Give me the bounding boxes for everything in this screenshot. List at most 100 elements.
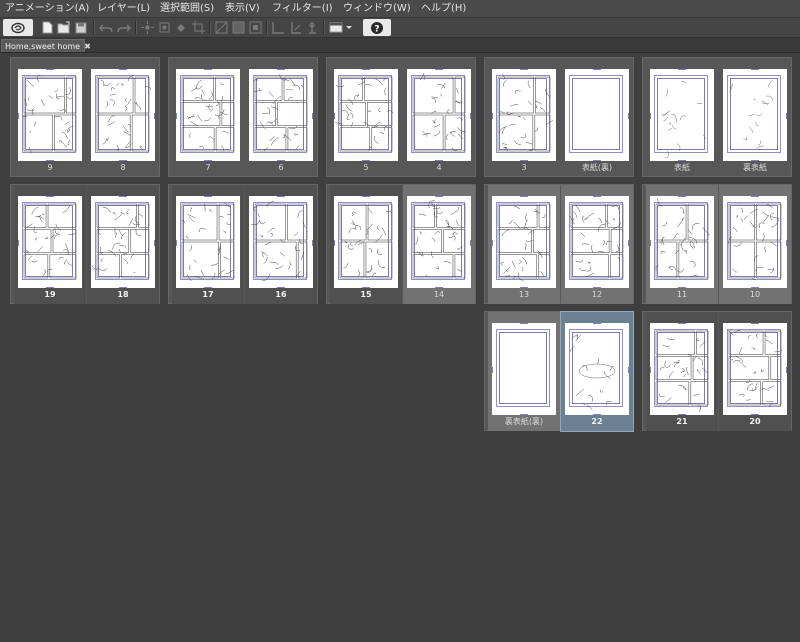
new-file-icon[interactable] [40, 19, 54, 36]
clip-studio-icon[interactable] [3, 19, 33, 36]
undo-icon[interactable] [98, 19, 114, 36]
page-number-label: 14 [433, 290, 445, 299]
page-spread[interactable]: 11 10 [642, 184, 792, 304]
page-thumbnail[interactable]: 15 [330, 185, 402, 304]
open-file-icon[interactable] [56, 19, 72, 36]
command-bar: ? [0, 18, 800, 38]
page-preview [18, 69, 82, 161]
help-icon[interactable]: ? [363, 19, 391, 36]
page-number-label: 6 [278, 163, 284, 172]
page-thumbnail[interactable]: 10 [719, 185, 791, 304]
save-icon[interactable] [74, 19, 88, 36]
page-spread[interactable]: 裏表紙(裏) 22 [484, 311, 634, 432]
fill-layer-icon[interactable] [230, 19, 246, 36]
menu-selection[interactable]: 選択範囲(S) [160, 2, 214, 15]
page-thumbnail[interactable]: 21 [646, 312, 718, 431]
page-preview [334, 196, 398, 288]
page-spread[interactable]: 表紙 裏表紙 [642, 57, 792, 177]
page-number-label: 18 [117, 290, 129, 299]
border-icon[interactable] [247, 19, 263, 36]
page-sketch-art [335, 76, 394, 152]
menu-view[interactable]: 表示(V) [225, 2, 260, 15]
page-manager-canvas: 9 8 7 6 5 4 3 表紙(裏) 表紙 裏表紙 19 18 17 16 15 14 13 12 11 10 裏表紙… [0, 53, 800, 642]
tab-home-sweet-home[interactable]: Home,sweet home ✖ [1, 39, 91, 52]
page-sketch-art [23, 203, 77, 279]
page-thumbnail[interactable]: 14 [403, 185, 475, 304]
page-thumbnail[interactable]: 9 [14, 58, 86, 177]
page-preview [565, 69, 629, 161]
page-preview [407, 196, 471, 288]
page-thumbnail[interactable]: 11 [646, 185, 718, 304]
page-preview [650, 323, 714, 415]
page-thumbnail[interactable]: 4 [403, 58, 475, 177]
page-thumbnail[interactable]: 表紙 [646, 58, 718, 177]
page-thumbnail[interactable]: 22 [560, 311, 634, 432]
transform-2-icon[interactable] [156, 19, 172, 36]
page-sketch-art [497, 73, 554, 152]
page-spread[interactable]: 3 表紙(裏) [484, 57, 634, 177]
page-spread[interactable]: 17 16 [168, 184, 318, 304]
page-sketch-art [22, 75, 77, 153]
page-spread[interactable]: 21 20 [642, 311, 792, 431]
page-spread[interactable]: 98 [10, 57, 160, 177]
page-thumbnail[interactable]: 裏表紙(裏) [488, 312, 560, 431]
page-spread[interactable]: 13 12 [484, 184, 634, 304]
close-icon[interactable]: ✖ [84, 42, 91, 51]
page-thumbnail[interactable]: 17 [172, 185, 244, 304]
menu-help[interactable]: ヘルプ(H) [421, 2, 466, 15]
page-preview [565, 196, 629, 288]
snap-icon[interactable] [287, 19, 303, 36]
page-number-label: 9 [47, 163, 53, 172]
page-preview [492, 69, 556, 161]
page-thumbnail[interactable]: 8 [87, 58, 159, 177]
page-thumbnail[interactable]: 16 [245, 185, 317, 304]
fill-icon[interactable] [173, 19, 189, 36]
page-sketch-art [91, 203, 150, 279]
page-number-label: 裏表紙(裏) [504, 417, 544, 426]
page-number-label: 15 [360, 290, 372, 299]
page-spread[interactable]: 54 [326, 57, 476, 177]
page-sketch-art [412, 200, 466, 279]
page-number-label: 19 [44, 290, 56, 299]
page-number-label: 表紙(裏) [581, 163, 613, 172]
clear-icon[interactable] [213, 19, 229, 36]
page-number-label: 裏表紙 [743, 163, 767, 172]
ruler-icon[interactable] [270, 19, 286, 36]
crop-icon[interactable] [190, 19, 206, 36]
page-preview [91, 69, 155, 161]
page-sketch-art [181, 202, 235, 282]
page-thumbnail[interactable]: 5 [330, 58, 402, 177]
redo-icon[interactable] [116, 19, 132, 36]
page-thumbnail[interactable]: 18 [87, 185, 159, 304]
page-sketch-art [655, 330, 709, 413]
page-sketch-art [655, 198, 711, 279]
page-preview [565, 323, 629, 415]
page-preview [723, 196, 787, 288]
page-number-label: 21 [676, 417, 688, 426]
page-preview [249, 196, 313, 288]
window-menu-icon[interactable] [328, 19, 354, 36]
menu-animation[interactable]: アニメーション(A) [5, 2, 89, 15]
page-thumbnail[interactable]: 19 [14, 185, 86, 304]
page-number-label: 8 [120, 163, 126, 172]
page-preview [650, 196, 714, 288]
page-thumbnail[interactable]: 7 [172, 58, 244, 177]
menu-layer[interactable]: レイヤー(L) [97, 2, 150, 15]
page-sketch-art [253, 74, 308, 152]
page-thumbnail[interactable]: 12 [561, 185, 633, 304]
page-thumbnail[interactable]: 3 [488, 58, 560, 177]
page-number-label: 20 [749, 417, 761, 426]
page-thumbnail[interactable]: 20 [719, 312, 791, 431]
page-thumbnail[interactable]: 裏表紙 [719, 58, 791, 177]
page-number-label: 4 [436, 163, 442, 172]
transform-1-icon[interactable] [139, 19, 155, 36]
grid-icon[interactable] [304, 19, 320, 36]
page-thumbnail[interactable]: 13 [488, 185, 560, 304]
page-thumbnail[interactable]: 表紙(裏) [561, 58, 633, 177]
page-spread[interactable]: 15 14 [326, 184, 476, 304]
menu-window[interactable]: ウィンドウ(W) [343, 2, 411, 15]
menu-filter[interactable]: フィルター(I) [272, 2, 333, 15]
page-thumbnail[interactable]: 6 [245, 58, 317, 177]
page-spread[interactable]: 76 [168, 57, 318, 177]
page-spread[interactable]: 19 18 [10, 184, 160, 304]
